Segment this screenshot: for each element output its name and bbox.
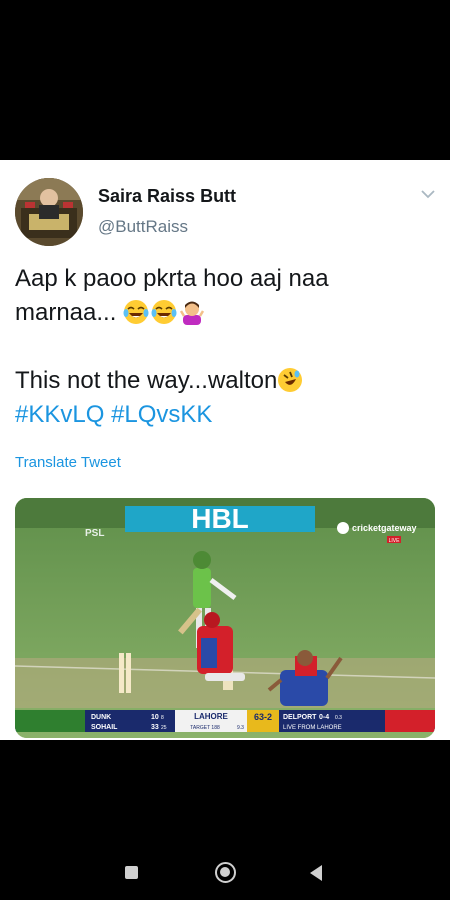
author-handle[interactable]: @ButtRaiss (98, 217, 188, 237)
team-score: 63-2 (254, 712, 272, 722)
tweet-card[interactable]: Saira Raiss Butt @ButtRaiss Aap k paoo p… (0, 160, 450, 740)
bowler-name: DELPORT (283, 714, 317, 721)
batting-team: LAHORE (194, 712, 228, 721)
author-name[interactable]: Saira Raiss Butt (98, 186, 236, 207)
back-icon[interactable] (310, 865, 322, 881)
broadcaster-logo: cricketgateway (352, 523, 417, 533)
tweet-line-3: This not the way...walton (15, 364, 435, 398)
bowler-overs: 0.3 (335, 715, 342, 721)
svg-text:HBL: HBL (191, 503, 249, 534)
hashtag-lqvskk[interactable]: #LQvsKK (111, 401, 212, 428)
hashtag-kkvlq[interactable]: #KKvLQ (15, 401, 104, 428)
status-area (0, 0, 450, 160)
recents-icon[interactable] (125, 866, 138, 879)
batter2-balls: 25 (161, 725, 167, 731)
tweet-line-2-text: marnaa... (15, 299, 117, 326)
live-tag: LIVE (389, 538, 401, 544)
chevron-down-icon[interactable] (420, 188, 436, 200)
tweet-line-3-text: This not the way...walton (15, 367, 278, 394)
target: TARGET 188 (190, 725, 220, 731)
tweet-text: Aap k paoo pkrta hoo aaj naa marnaa... T… (15, 262, 435, 432)
person-shrugging-emoji-icon (179, 301, 205, 325)
rofl-emoji-icon (278, 368, 303, 392)
home-icon[interactable] (215, 862, 236, 883)
laughing-tears-emoji-icon (123, 300, 149, 324)
tweet-hashtags: #KKvLQ #LQvsKK (15, 398, 435, 432)
android-nav-bar (0, 858, 450, 888)
svg-text:PSL: PSL (85, 528, 104, 539)
tweet-line-2: marnaa... (15, 296, 435, 330)
batter1-score: 10 (151, 714, 159, 721)
batter2-name: SOHAIL (91, 724, 118, 731)
batter2-score: 33 (151, 724, 159, 731)
translate-tweet-link[interactable]: Translate Tweet (15, 454, 121, 471)
live-from-location: LIVE FROM LAHORE (283, 725, 342, 731)
batter1-balls: 8 (161, 715, 164, 721)
avatar[interactable] (15, 178, 83, 246)
tweet-media-image[interactable]: HBL PSL cricketgateway LIVE DUNK SOHAIL … (15, 498, 435, 738)
batter1-name: DUNK (91, 714, 111, 721)
bowler-figures: 0-4 (319, 714, 329, 721)
overs: 9.3 (237, 725, 244, 731)
laughing-tears-emoji-icon (151, 300, 177, 324)
tweet-line-1: Aap k paoo pkrta hoo aaj naa (15, 265, 329, 292)
